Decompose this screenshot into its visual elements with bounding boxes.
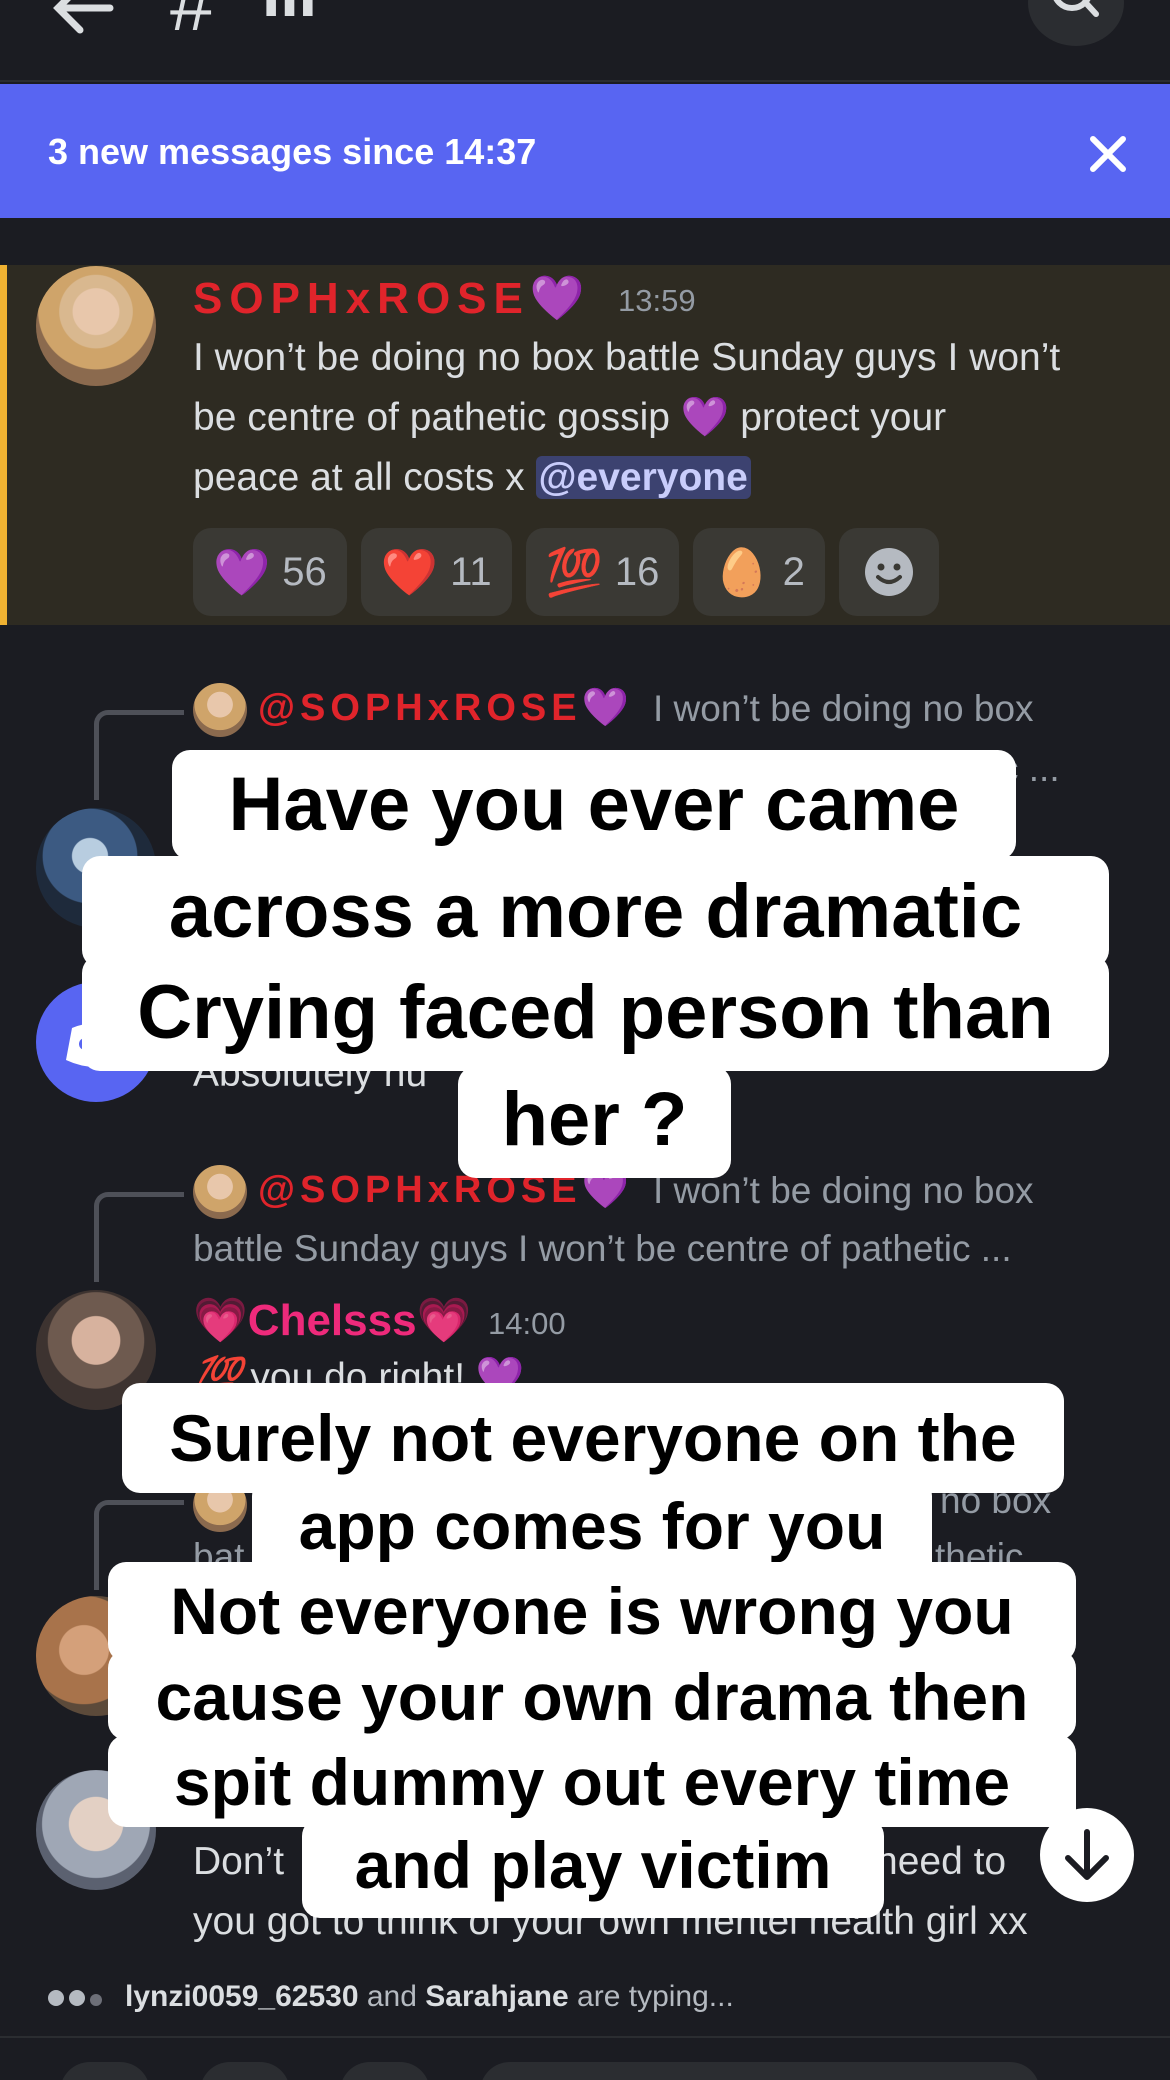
reply-connector xyxy=(94,1192,184,1282)
hundred-points-icon: 💯 xyxy=(545,546,603,598)
reply-connector xyxy=(94,710,184,800)
reaction-red-heart[interactable]: ❤️ 11 xyxy=(360,528,512,616)
caption-line: Crying faced person than xyxy=(82,955,1109,1071)
message-input[interactable] xyxy=(480,2062,1040,2080)
composer-button[interactable] xyxy=(340,2062,430,2080)
channel-name[interactable]: III xyxy=(262,0,317,26)
typing-indicator: lynzi0059_62530 and Sarahjane are typing… xyxy=(48,1980,734,2014)
message-text: I won’t be doing no box battle Sunday gu… xyxy=(193,336,1061,499)
message-composer-bar xyxy=(0,2036,1170,2080)
avatar[interactable] xyxy=(36,266,156,386)
reply-preview-line2: battle Sunday guys I won’t be centre of … xyxy=(193,1228,1012,1269)
arrow-down-icon xyxy=(1065,1829,1109,1880)
reaction-hundred[interactable]: 💯 16 xyxy=(525,528,680,616)
caption-line: across a more dramatic xyxy=(82,856,1109,968)
caption-line: Not everyone is wrong you xyxy=(108,1562,1076,1662)
reaction-purple-heart[interactable]: 💜 56 xyxy=(193,528,347,616)
composer-button[interactable] xyxy=(200,2062,290,2080)
add-reaction-button[interactable] xyxy=(838,528,939,616)
reply-preview[interactable]: I won’t be doing no box xyxy=(653,688,1034,730)
avatar xyxy=(193,683,247,737)
search-button[interactable] xyxy=(1028,0,1124,46)
caption-line: Have you ever came xyxy=(172,750,1016,860)
caption-line: cause your own drama then xyxy=(108,1650,1076,1740)
caption-line: Surely not everyone on the xyxy=(122,1383,1064,1493)
message-timestamp: 14:00 xyxy=(488,1306,566,1341)
message-text-tail: need to xyxy=(876,1840,1007,1883)
new-messages-banner[interactable]: 3 new messages since 14:37 xyxy=(0,84,1170,218)
message-author[interactable]: 💗Chelsss💗 xyxy=(193,1294,471,1346)
hash-icon: # xyxy=(170,0,214,47)
smiley-icon xyxy=(864,548,913,596)
composer-button[interactable] xyxy=(60,2062,150,2080)
jump-to-present-button[interactable] xyxy=(1040,1808,1134,1902)
new-messages-text: 3 new messages since 14:37 xyxy=(48,131,537,172)
caption-line: spit dummy out every time xyxy=(108,1735,1076,1827)
message-timestamp: 13:59 xyxy=(618,283,696,318)
back-arrow-icon[interactable] xyxy=(48,0,118,38)
search-icon xyxy=(1053,0,1099,17)
red-heart-icon: ❤️ xyxy=(380,546,439,598)
typing-dots-icon xyxy=(48,1980,107,2014)
message-author[interactable]: SOPHxROSE💜 xyxy=(193,272,585,324)
reaction-bar: 💜 56 ❤️ 11 💯 16 🥚 2 xyxy=(193,528,939,616)
everyone-mention[interactable]: @everyone xyxy=(535,456,751,499)
egg-icon: 🥚 xyxy=(713,546,771,598)
close-icon[interactable] xyxy=(1088,134,1128,174)
message-text: Don’t xyxy=(193,1840,285,1883)
caption-line: her ? xyxy=(458,1066,731,1178)
avatar xyxy=(193,1165,247,1219)
purple-heart-icon: 💜 xyxy=(213,546,271,598)
reaction-egg[interactable]: 🥚 2 xyxy=(693,528,825,616)
reply-author[interactable]: @SOPHxROSE💜 xyxy=(258,686,629,730)
caption-line: and play victim xyxy=(302,1818,884,1918)
channel-header: # III xyxy=(0,0,1170,82)
